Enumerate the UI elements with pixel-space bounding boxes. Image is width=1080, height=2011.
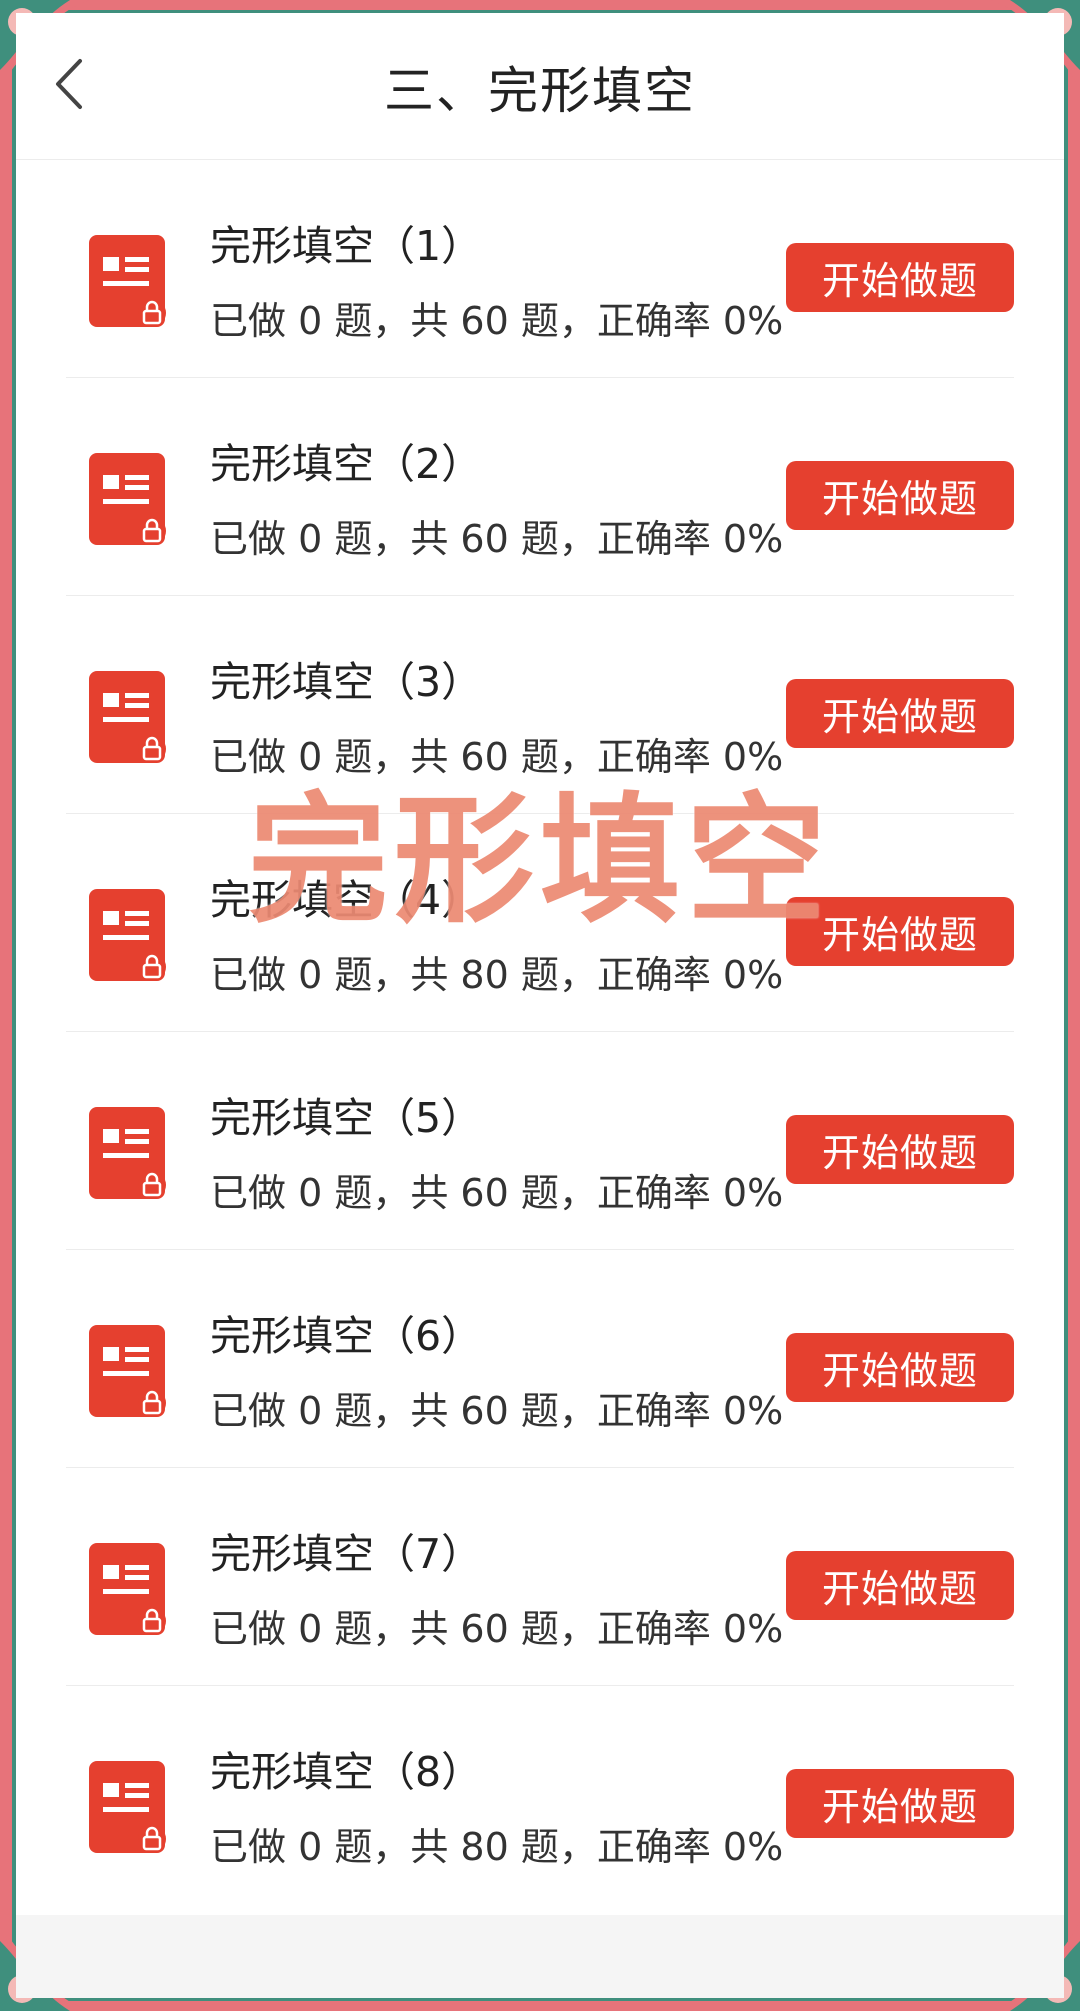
start-button[interactable]: 开始做题 xyxy=(786,461,1014,530)
start-button[interactable]: 开始做题 xyxy=(786,1115,1014,1184)
locked-document-icon xyxy=(89,671,166,763)
start-button[interactable]: 开始做题 xyxy=(786,243,1014,312)
item-stats: 已做 0 题，共 60 题，正确率 0% xyxy=(210,1171,784,1215)
item-stats: 已做 0 题，共 60 题，正确率 0% xyxy=(210,299,784,343)
locked-document-icon xyxy=(89,1325,166,1417)
page-title: 三、完形填空 xyxy=(384,62,696,120)
list-item[interactable]: 完形填空（1） 已做 0 题，共 60 题，正确率 0% 开始做题 xyxy=(66,160,1014,378)
start-button[interactable]: 开始做题 xyxy=(786,679,1014,748)
item-title: 完形填空（3） xyxy=(210,658,483,706)
locked-document-icon xyxy=(89,1761,166,1853)
item-title: 完形填空（6） xyxy=(210,1312,483,1360)
list-item[interactable]: 完形填空（5） 已做 0 题，共 60 题，正确率 0% 开始做题 xyxy=(66,1032,1014,1250)
list-item[interactable]: 完形填空（7） 已做 0 题，共 60 题，正确率 0% 开始做题 xyxy=(66,1468,1014,1686)
back-button[interactable] xyxy=(42,57,96,111)
exercise-list: 完形填空（1） 已做 0 题，共 60 题，正确率 0% 开始做题 完形填空（2… xyxy=(16,160,1064,1915)
locked-document-icon xyxy=(89,1107,166,1199)
start-button[interactable]: 开始做题 xyxy=(786,897,1014,966)
item-title: 完形填空（8） xyxy=(210,1748,483,1796)
start-button[interactable]: 开始做题 xyxy=(786,1551,1014,1620)
locked-document-icon xyxy=(89,889,166,981)
list-item[interactable]: 完形填空（2） 已做 0 题，共 60 题，正确率 0% 开始做题 xyxy=(66,378,1014,596)
item-stats: 已做 0 题，共 60 题，正确率 0% xyxy=(210,1389,784,1433)
navigation-bar: 三、完形填空 xyxy=(16,13,1064,160)
item-stats: 已做 0 题，共 80 题，正确率 0% xyxy=(210,953,784,997)
list-item[interactable]: 完形填空（8） 已做 0 题，共 80 题，正确率 0% 开始做题 xyxy=(66,1686,1014,1903)
locked-document-icon xyxy=(89,453,166,545)
list-item[interactable]: 完形填空（4） 已做 0 题，共 80 题，正确率 0% 开始做题 xyxy=(66,814,1014,1032)
item-stats: 已做 0 题，共 60 题，正确率 0% xyxy=(210,735,784,779)
item-title: 完形填空（4） xyxy=(210,876,483,924)
item-title: 完形填空（5） xyxy=(210,1094,483,1142)
item-stats: 已做 0 题，共 60 题，正确率 0% xyxy=(210,1607,784,1651)
item-stats: 已做 0 题，共 60 题，正确率 0% xyxy=(210,517,784,561)
start-button[interactable]: 开始做题 xyxy=(786,1333,1014,1402)
list-item[interactable]: 完形填空（6） 已做 0 题，共 60 题，正确率 0% 开始做题 xyxy=(66,1250,1014,1468)
item-title: 完形填空（2） xyxy=(210,440,483,488)
start-button[interactable]: 开始做题 xyxy=(786,1769,1014,1838)
chevron-left-icon xyxy=(56,59,82,109)
locked-document-icon xyxy=(89,235,166,327)
item-title: 完形填空（1） xyxy=(210,222,483,270)
app-screen: 三、完形填空 完形填空（1） 已做 0 题，共 60 题，正确率 0% 开始做题 xyxy=(16,13,1064,1998)
list-item[interactable]: 完形填空（3） 已做 0 题，共 60 题，正确率 0% 开始做题 xyxy=(66,596,1014,814)
item-stats: 已做 0 题，共 80 题，正确率 0% xyxy=(210,1825,784,1869)
locked-document-icon xyxy=(89,1543,166,1635)
item-title: 完形填空（7） xyxy=(210,1530,483,1578)
